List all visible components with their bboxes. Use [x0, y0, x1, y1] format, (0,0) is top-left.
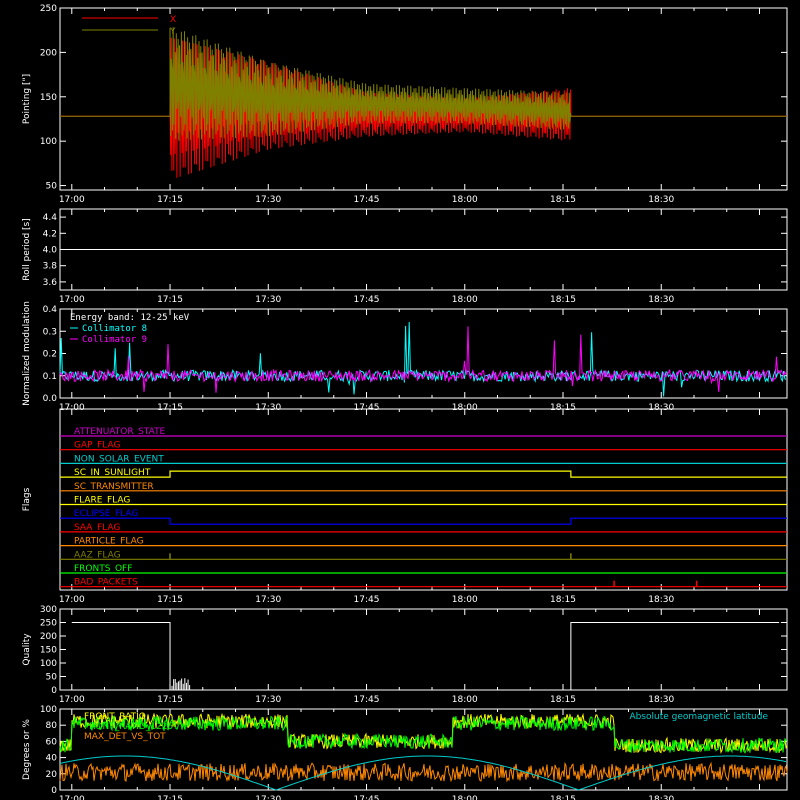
x-tick-label: 17:00: [59, 595, 85, 605]
x-tick-label: 18:00: [452, 795, 478, 800]
legend-label: Y: [169, 27, 176, 37]
y-axis-label: Degrees or %: [22, 719, 32, 780]
y-axis-label: Flags: [22, 487, 32, 511]
panel-geomag: 17:00 17:15 17:30 17:45 18:00 18:15 18:30 Degre…: [22, 705, 788, 800]
x-tick-label: 17:45: [354, 195, 380, 205]
y-tick-label: 0.0: [43, 394, 58, 404]
y-tick-label: 4.4: [43, 213, 58, 223]
x-tick-label: 17:15: [157, 195, 183, 205]
x-tick-label: 17:30: [255, 795, 281, 800]
legend-label: X: [170, 15, 176, 25]
legend-label: Collimator 9: [82, 335, 147, 345]
y-tick-label: 0.3: [43, 327, 57, 337]
legend-label: Collimator 8: [82, 324, 147, 334]
y-tick-label: 3.8: [43, 262, 58, 272]
x-tick-label: 17:45: [354, 695, 380, 705]
y-tick-label: 40: [46, 754, 58, 764]
y-tick-label: 20: [46, 770, 58, 780]
y-tick-label: 60: [46, 737, 58, 747]
y-tick-label: 200: [40, 632, 57, 642]
panel-roll-period: 17:00 17:15 17:30 17:45 18:00 18:15 18:30 Roll …: [22, 208, 788, 305]
y-tick-label: 150: [40, 646, 57, 656]
series-line-Collimator 9: [59, 326, 787, 393]
x-tick-label: 17:00: [59, 695, 85, 705]
x-tick-label: 18:30: [648, 795, 674, 800]
x-tick-label: 18:30: [648, 595, 674, 605]
x-tick-label: 17:15: [157, 795, 183, 800]
y-axis-label: Normalized modulation: [22, 301, 32, 406]
x-tick-label: 17:15: [157, 695, 183, 705]
panel-pointing: 17:00 17:15 17:30 17:45 18:00 18:15 18:30 Point…: [22, 4, 788, 205]
y-tick-label: 50: [46, 182, 58, 192]
x-tick-label: 18:00: [452, 195, 478, 205]
y-tick-label: 4.2: [43, 229, 57, 239]
y-tick-label: 100: [40, 137, 57, 147]
legend-label: FRONT_RATIO_1225: [84, 722, 173, 732]
y-tick-label: 0: [51, 786, 57, 796]
y-tick-label: 0.2: [43, 350, 57, 360]
flag-line-SC_IN_SUNLIGHT: [60, 470, 787, 478]
x-tick-label: 18:00: [452, 295, 478, 305]
panel-flags: 17:00 17:15 17:30 17:45 18:00 18:15 18:30 Flags…: [22, 408, 788, 605]
x-tick-label: 18:00: [452, 595, 478, 605]
figure: 17:00 17:15 17:30 17:45 18:00 18:15 18:30 Point…: [22, 4, 788, 800]
y-axis-label: Pointing ["]: [22, 74, 32, 124]
x-tick-label: 18:30: [648, 195, 674, 205]
x-tick-label: 17:30: [255, 595, 281, 605]
x-tick-label: 18:15: [550, 595, 576, 605]
panel-quality: 17:00 17:15 17:30 17:45 18:00 18:15 18:30 Quali…: [22, 605, 788, 705]
x-tick-label: 17:30: [255, 195, 281, 205]
y-axis-label: Quality: [22, 633, 32, 666]
y-tick-label: 150: [40, 93, 57, 103]
series-line: [71, 622, 780, 691]
x-tick-label: 18:30: [648, 295, 674, 305]
y-tick-label: 100: [40, 659, 57, 669]
series-line-MAX_DET_VS_TOT: [59, 761, 788, 783]
y-tick-label: 80: [46, 721, 58, 731]
x-tick-label: 17:45: [354, 795, 380, 800]
y-tick-label: 250: [40, 619, 57, 629]
y-tick-label: 300: [40, 605, 57, 615]
y-tick-label: 3.6: [43, 278, 58, 288]
y-tick-label: 50: [46, 673, 58, 683]
x-tick-label: 17:15: [157, 595, 183, 605]
legend-label: MAX_DET_VS_TOT: [84, 732, 166, 742]
x-tick-label: 17:30: [255, 695, 281, 705]
y-axis-label: Roll period [s]: [22, 218, 32, 280]
x-tick-label: 18:15: [550, 295, 576, 305]
annotation: Energy band: 12-25 keV: [70, 313, 190, 323]
x-tick-label: 17:00: [59, 795, 85, 800]
x-tick-label: 17:45: [354, 295, 380, 305]
x-tick-label: 18:30: [648, 695, 674, 705]
x-tick-label: 17:00: [59, 295, 85, 305]
series-line-Y: [60, 27, 787, 141]
x-tick-label: 17:15: [157, 295, 183, 305]
y-tick-label: 0.4: [43, 305, 58, 315]
x-tick-label: 18:15: [550, 795, 576, 800]
y-tick-label: 0: [51, 686, 57, 696]
y-tick-label: 0.1: [43, 372, 57, 382]
annotation: Absolute geomagnetic latitude: [629, 712, 768, 722]
x-tick-label: 18:15: [550, 195, 576, 205]
panel-frame: [59, 608, 788, 691]
x-tick-label: 17:30: [255, 295, 281, 305]
y-tick-label: 100: [40, 705, 57, 715]
y-tick-label: 4.0: [43, 246, 58, 256]
y-tick-label: 250: [40, 4, 57, 14]
panel-modulation: 17:00 17:15 17:30 17:45 18:00 18:15 18:30Norma…: [22, 301, 788, 413]
y-tick-label: 200: [40, 48, 57, 58]
legend-label: FRONT_RATIO: [84, 712, 146, 722]
x-tick-label: 18:15: [550, 695, 576, 705]
flag-line-ECLIPSE_FLAG: [60, 517, 787, 525]
x-tick-label: 17:45: [354, 595, 380, 605]
x-tick-label: 18:00: [452, 695, 478, 705]
x-tick-label: 17:00: [59, 195, 85, 205]
